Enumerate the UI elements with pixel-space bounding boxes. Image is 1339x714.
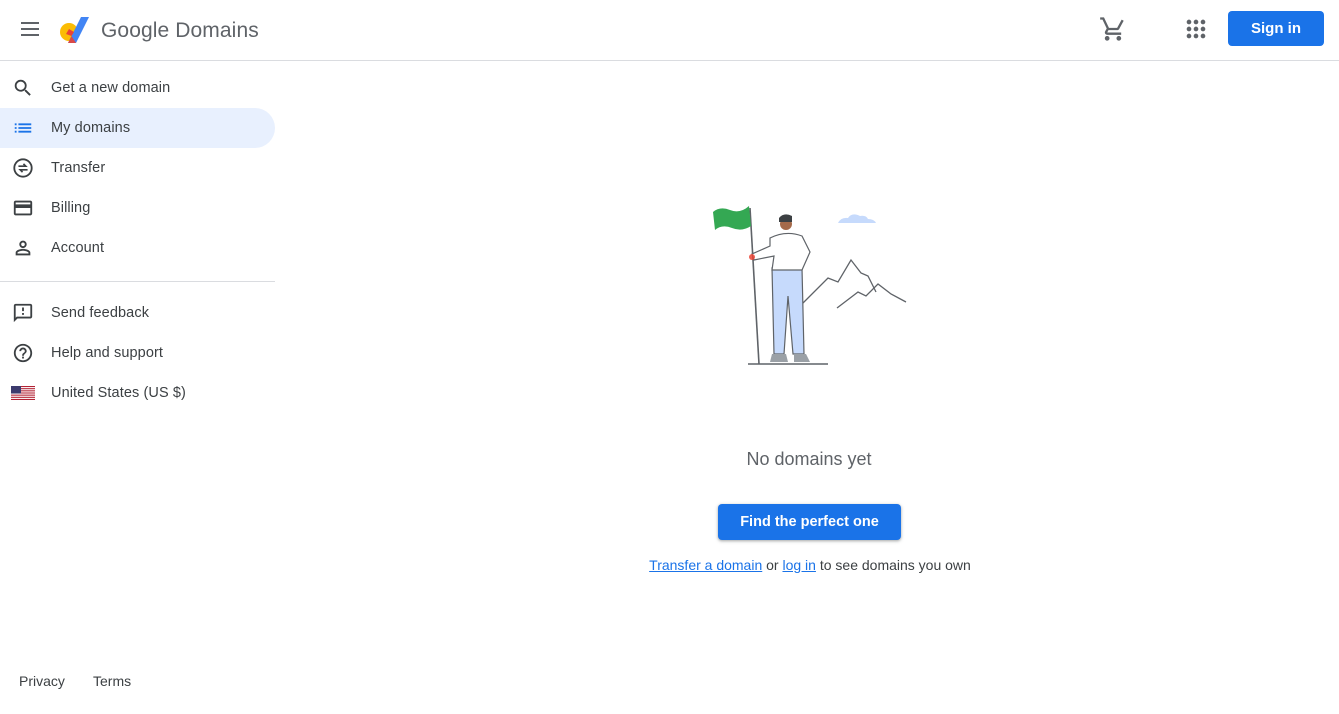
- sidebar-item-help[interactable]: Help and support: [0, 333, 275, 373]
- terms-link[interactable]: Terms: [93, 673, 131, 689]
- brand-name: Google Domains: [101, 19, 259, 43]
- sign-in-button[interactable]: Sign in: [1228, 11, 1324, 46]
- search-icon: [11, 76, 35, 100]
- sidebar-item-label: Get a new domain: [51, 80, 171, 96]
- sidebar-item-get-new-domain[interactable]: Get a new domain: [0, 68, 275, 108]
- sidebar-item-account[interactable]: Account: [0, 228, 275, 268]
- google-domains-logo[interactable]: [59, 15, 91, 45]
- help-icon: [11, 341, 35, 365]
- sidebar-item-my-domains[interactable]: My domains: [0, 108, 275, 148]
- sidebar-item-label: Billing: [51, 200, 91, 216]
- top-app-bar: Google Domains Sign in: [0, 0, 1339, 61]
- us-flag-icon: [11, 381, 35, 405]
- list-icon: [11, 116, 35, 140]
- sidebar-item-transfer[interactable]: Transfer: [0, 148, 275, 188]
- empty-state-help-text: Transfer a domain or log in to see domai…: [560, 557, 1060, 573]
- transfer-icon: [11, 156, 35, 180]
- empty-state-illustration: [706, 196, 914, 371]
- find-domain-button[interactable]: Find the perfect one: [718, 504, 901, 540]
- feedback-icon: [11, 301, 35, 325]
- person-icon: [11, 236, 35, 260]
- sidebar-item-label: Send feedback: [51, 305, 150, 321]
- sidebar-item-label: United States (US $): [51, 385, 186, 401]
- sidebar-item-label: Help and support: [51, 345, 164, 361]
- sidebar-divider: [0, 281, 275, 282]
- brand-google: Google: [101, 19, 170, 42]
- menu-icon[interactable]: [17, 15, 45, 43]
- credit-card-icon: [11, 196, 35, 220]
- empty-state-title: No domains yet: [746, 449, 872, 469]
- sidebar-item-send-feedback[interactable]: Send feedback: [0, 293, 275, 333]
- log-in-link[interactable]: log in: [782, 557, 815, 573]
- sidebar-item-label: My domains: [51, 120, 131, 136]
- sidebar-item-label: Account: [51, 240, 105, 256]
- shopping-cart-icon[interactable]: [1099, 15, 1127, 43]
- sidebar-item-country[interactable]: United States (US $): [0, 373, 275, 413]
- brand-product: Domains: [175, 19, 259, 42]
- privacy-link[interactable]: Privacy: [19, 673, 65, 689]
- apps-grid-icon[interactable]: [1182, 15, 1210, 43]
- or-text: or: [762, 557, 783, 573]
- transfer-domain-link[interactable]: Transfer a domain: [649, 557, 762, 573]
- sidebar-item-label: Transfer: [51, 160, 106, 176]
- sidebar-item-billing[interactable]: Billing: [0, 188, 275, 228]
- suffix-text: to see domains you own: [815, 557, 971, 573]
